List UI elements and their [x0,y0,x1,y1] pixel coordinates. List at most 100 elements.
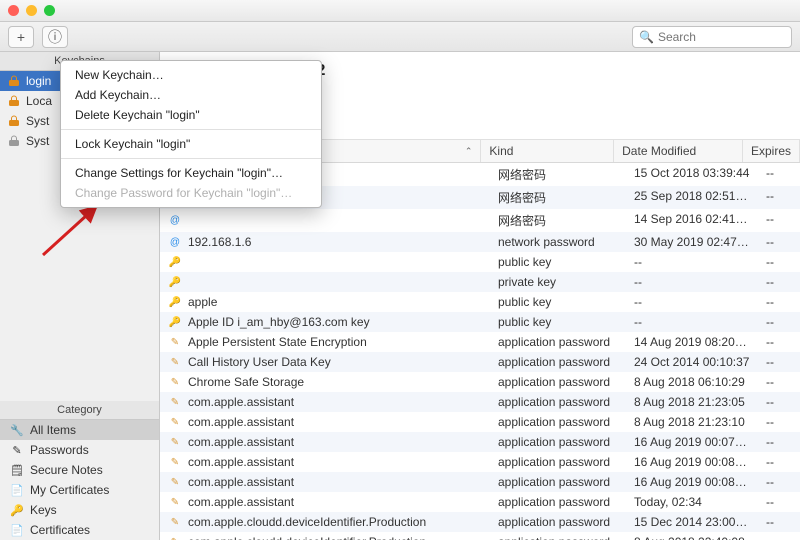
titlebar [0,0,800,22]
row-expires: -- [758,252,800,272]
row-name: com.apple.assistant [188,435,294,449]
row-kind: public key [490,312,626,332]
row-icon: 🔑 [168,275,182,289]
search-field[interactable]: 🔍 [632,26,792,48]
row-expires: -- [758,312,800,332]
row-date: 8 Aug 2018 22:40:08 [626,532,758,540]
table-row[interactable]: ✎com.apple.assistantapplication password… [160,492,800,512]
row-date: Today, 02:34 [626,492,758,512]
row-icon: @ [168,235,182,249]
row-date: 30 May 2019 02:47:02 [626,232,758,252]
row-name: apple [188,295,217,309]
col-kind[interactable]: Kind [481,140,614,162]
close-window[interactable] [8,5,19,16]
zoom-window[interactable] [44,5,55,16]
table-row[interactable]: 🔑applepublic key---- [160,292,800,312]
table-body[interactable]: @网络密码15 Oct 2018 03:39:44--@网络密码25 Sep 2… [160,163,800,540]
table-row[interactable]: ✎com.apple.cloudd.deviceIdentifier.Produ… [160,512,800,532]
row-icon: ✎ [168,375,182,389]
row-expires: -- [758,472,800,492]
row-icon: 🔑 [168,315,182,329]
category-item[interactable]: 🔑Keys [0,500,159,520]
table-row[interactable]: ✎com.apple.assistantapplication password… [160,452,800,472]
row-date: 14 Aug 2019 08:20:22 [626,332,758,352]
category-label: All Items [30,423,76,437]
menu-item[interactable]: Lock Keychain "login" [61,134,321,154]
table-row[interactable]: ✎ com.apple.assistant application password… [160,432,800,452]
row-icon: ✎ [168,495,182,509]
keychain-label: Syst [26,114,49,128]
menu-item[interactable]: Delete Keychain "login" [61,105,321,125]
row-kind: private key [490,272,626,292]
category-label: Passwords [30,443,89,457]
category-label: Certificates [30,523,90,537]
row-kind: application password [490,512,626,532]
row-date: 16 Aug 2019 00:08:00 [626,452,758,472]
table-row[interactable]: @192.168.1.6network password30 May 2019 … [160,232,800,252]
table-row[interactable]: 🔑private key---- [160,272,800,292]
row-date: -- [626,312,758,332]
row-date: 8 Aug 2018 06:10:29 [626,372,758,392]
category-list: 🔧All Items ✎ Passwords 🗒Secure Notes📄My Cer… [0,420,159,540]
row-name: Apple ID i_am_hby@163.com key [188,315,370,329]
row-expires: -- [758,272,800,292]
row-expires: -- [758,332,800,352]
table-row[interactable]: ✎com.apple.assistantapplication password… [160,392,800,412]
row-kind: public key [490,252,626,272]
row-expires: -- [758,232,800,252]
row-kind: 网络密码 [490,163,626,186]
table-row[interactable]: @网络密码14 Sep 2016 02:41:24-- [160,209,800,232]
menu-item[interactable]: Add Keychain… [61,85,321,105]
category-label: Keys [30,503,57,517]
category-icon: ✎ [10,443,24,457]
row-expires: -- [758,412,800,432]
row-kind: application password [490,372,626,392]
row-expires: -- [758,532,800,540]
category-item[interactable]: 🗒Secure Notes [0,460,159,480]
row-icon: @ [168,214,182,228]
row-icon: ✎ [168,415,182,429]
row-date: 8 Aug 2018 21:23:10 [626,412,758,432]
row-name: Chrome Safe Storage [188,375,304,389]
table-row[interactable]: ✎com.apple.assistantapplication password… [160,412,800,432]
menu-item[interactable]: Change Settings for Keychain "login"… [61,163,321,183]
minimize-window[interactable] [26,5,37,16]
menu-item[interactable]: New Keychain… [61,65,321,85]
row-date: 14 Sep 2016 02:41:24 [626,209,758,232]
search-input[interactable] [658,30,800,44]
row-expires: -- [758,512,800,532]
category-item[interactable]: 🔧All Items [0,420,159,440]
keychain-label: Syst [26,134,49,148]
row-kind: application password [490,532,626,540]
row-name: com.apple.cloudd.deviceIdentifier.Produc… [188,515,426,529]
row-icon: ✎ [168,435,182,449]
table-row[interactable]: 🔑public key---- [160,252,800,272]
category-item[interactable]: 📄Certificates [0,520,159,540]
table-row[interactable]: ✎ Chrome Safe Storage application password… [160,372,800,392]
row-date: 8 Aug 2018 21:23:05 [626,392,758,412]
category-item[interactable]: 📄My Certificates [0,480,159,500]
row-kind: application password [490,432,626,452]
table-row[interactable]: ✎com.apple.assistantapplication password… [160,472,800,492]
row-name: com.apple.assistant [188,395,294,409]
row-date: -- [626,272,758,292]
col-date[interactable]: Date Modified [614,140,743,162]
row-icon: ✎ [168,455,182,469]
row-expires: -- [758,186,800,209]
info-button[interactable]: ⓘ [42,26,68,48]
col-expires[interactable]: Expires [743,140,800,162]
row-icon: ✎ [168,475,182,489]
row-kind: application password [490,352,626,372]
row-expires: -- [758,292,800,312]
row-date: 16 Aug 2019 00:07:59 [626,432,758,452]
add-button[interactable]: + [8,26,34,48]
table-row[interactable]: ✎Call History User Data Keyapplication p… [160,352,800,372]
table-row[interactable]: ✎com.apple.cloudd.deviceIdentifier.Produ… [160,532,800,540]
category-icon: 📄 [10,483,24,497]
table-row[interactable]: ✎Apple Persistent State Encryptionapplic… [160,332,800,352]
window-controls [8,5,55,16]
category-item[interactable]: ✎ Passwords [0,440,159,460]
row-name: com.apple.assistant [188,475,294,489]
table-row[interactable]: 🔑 Apple ID i_am_hby@163.com key public key… [160,312,800,332]
menu-item: Change Password for Keychain "login"… [61,183,321,203]
